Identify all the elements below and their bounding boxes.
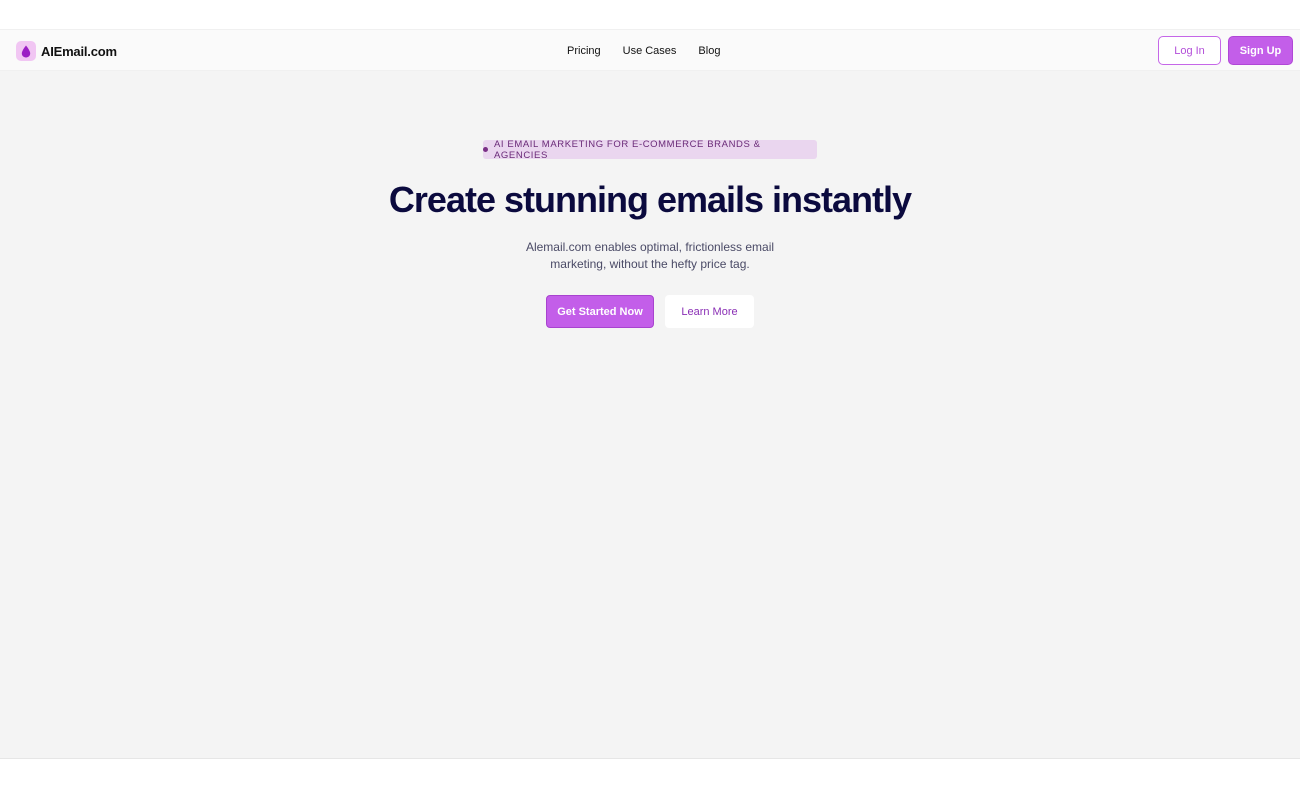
hero-section: AI EMAIL MARKETING FOR E-COMMERCE BRANDS… [0,71,1300,758]
top-strip [0,0,1300,29]
nav-link-blog[interactable]: Blog [687,45,731,57]
learn-more-button[interactable]: Learn More [665,295,754,328]
badge-dot-icon [483,147,488,152]
navbar: AIEmail.com Pricing Use Cases Blog Log I… [0,29,1300,71]
logo-text: AIEmail.com [41,43,117,59]
footer-divider [0,758,1300,759]
auth-buttons: Log In Sign Up [1158,36,1293,65]
nav-link-use-cases[interactable]: Use Cases [612,45,688,57]
hero-subhead: Alemail.com enables optimal, frictionles… [525,240,775,271]
droplet-icon [16,41,36,61]
badge-text: AI EMAIL MARKETING FOR E-COMMERCE BRANDS… [494,138,761,161]
logo-link[interactable]: AIEmail.com [16,40,117,62]
nav-links: Pricing Use Cases Blog [556,30,731,72]
login-button[interactable]: Log In [1158,36,1221,65]
cta-row: Get Started Now Learn More [546,295,754,328]
hero-headline: Create stunning emails instantly [388,179,912,220]
signup-button[interactable]: Sign Up [1228,36,1293,65]
hero-badge: AI EMAIL MARKETING FOR E-COMMERCE BRANDS… [483,138,817,161]
nav-link-pricing[interactable]: Pricing [556,45,612,57]
get-started-button[interactable]: Get Started Now [546,295,654,328]
